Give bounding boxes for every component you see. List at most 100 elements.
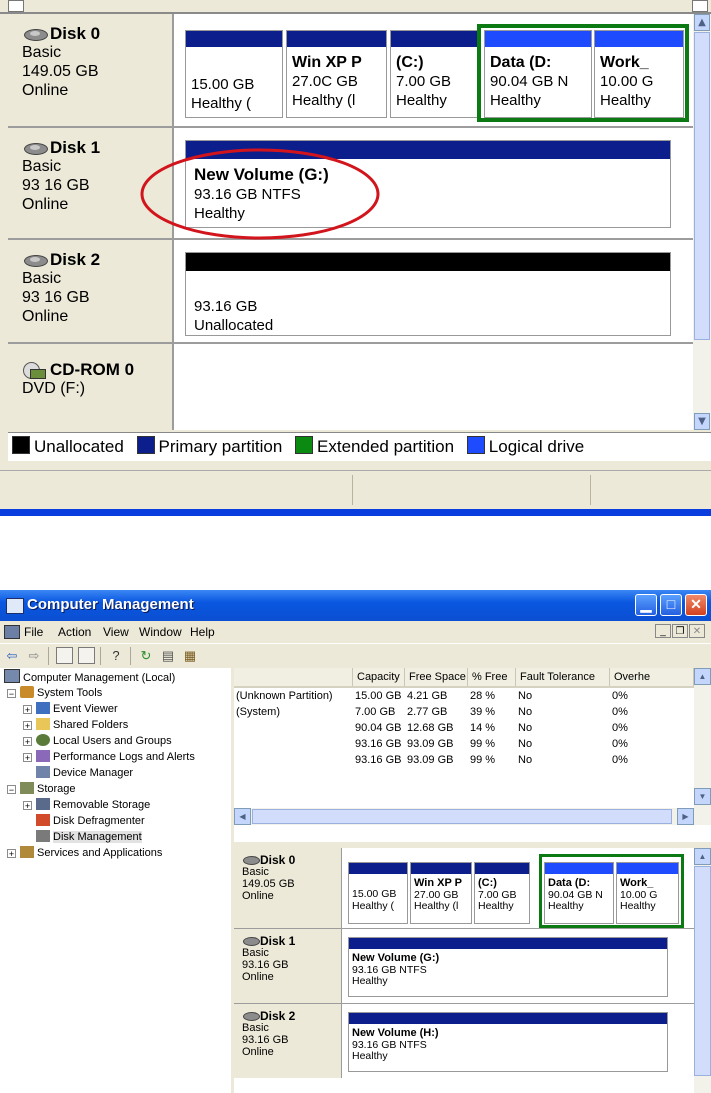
tree-item-device-manager[interactable]: Device Manager: [36, 765, 133, 781]
defrag-icon: [36, 814, 50, 826]
disk-type: DVD (F:): [22, 380, 86, 397]
tree-item-computer-management[interactable]: Computer Management (Local): [4, 669, 175, 685]
partition-type-bar: [545, 863, 613, 874]
up-folder-icon[interactable]: [56, 647, 73, 664]
partition-block[interactable]: Data (D: 90.04 GB N Healthy: [484, 30, 592, 118]
mdi-close-button[interactable]: ✕: [689, 624, 705, 638]
disk-name: Disk 2: [50, 250, 101, 269]
disk-status: Online: [242, 971, 274, 983]
partition-block[interactable]: (C:) 7.00 GB Healthy: [474, 862, 530, 924]
zoom-disk-label[interactable]: CD-ROM 0 DVD (F:): [8, 344, 174, 430]
tree-item-shared-folders[interactable]: Shared Folders: [36, 717, 128, 733]
properties-icon[interactable]: ▤: [160, 648, 176, 664]
title-bar[interactable]: Computer Management ▁ □ ✕: [0, 590, 711, 621]
tree-item-services-applications[interactable]: Services and Applications: [20, 845, 162, 861]
partition-block[interactable]: New Volume (G:) 93.16 GB NTFS Healthy: [348, 937, 668, 997]
tree-item-local-users[interactable]: Local Users and Groups: [36, 733, 172, 749]
disk-size: 149.05 GB: [22, 63, 99, 80]
table-row[interactable]: (Unknown Partition) 15.00 GB 4.21 GB 28 % No…: [234, 688, 694, 704]
toolbar-separator: [100, 647, 101, 665]
partition-block[interactable]: Work_ 10.00 G Healthy: [616, 862, 679, 924]
disk-label[interactable]: Disk 1 Basic 93.16 GB Online: [234, 929, 342, 1003]
tree-item-disk-management[interactable]: Disk Management: [36, 829, 142, 845]
scroll-thumb[interactable]: [694, 866, 711, 1076]
scroll-down-icon[interactable]: ▼: [694, 413, 710, 430]
refresh-icon[interactable]: ↻: [138, 648, 154, 664]
expand-icon[interactable]: +: [23, 705, 32, 715]
zoom-legend: Unallocated Primary partition Extended p…: [8, 432, 711, 461]
help-icon[interactable]: ?: [108, 648, 124, 664]
collapse-icon[interactable]: −: [7, 785, 16, 795]
scroll-right-icon[interactable]: ▶: [677, 808, 694, 825]
table-row[interactable]: 90.04 GB 12.68 GB 14 % No 0%: [234, 720, 694, 736]
column-header-percent-free[interactable]: % Free: [468, 668, 516, 686]
zoom-disk-label[interactable]: Disk 0 Basic 149.05 GB Online: [8, 14, 174, 126]
table-row[interactable]: (System) 7.00 GB 2.77 GB 39 % No 0%: [234, 704, 694, 720]
menu-view[interactable]: View: [103, 625, 129, 639]
legend-label: Extended partition: [317, 437, 455, 456]
scroll-left-icon[interactable]: ◀: [234, 808, 251, 825]
scroll-up-icon[interactable]: ▲: [694, 14, 710, 31]
menu-action[interactable]: Action: [58, 625, 91, 639]
minimize-button[interactable]: ▁: [635, 594, 657, 616]
list-vertical-scrollbar[interactable]: ▲ ▼: [694, 668, 711, 825]
partition-block[interactable]: 15.00 GB Healthy (: [348, 862, 408, 924]
show-tree-icon[interactable]: [78, 647, 95, 664]
expand-icon[interactable]: +: [7, 849, 16, 859]
unallocated-block[interactable]: 93.16 GB Unallocated: [185, 252, 671, 336]
partition-size: 93.16 GB: [194, 298, 258, 315]
tree-item-removable-storage[interactable]: Removable Storage: [36, 797, 150, 813]
partition-block[interactable]: Work_ 10.00 G Healthy: [594, 30, 684, 118]
disk-status: Online: [22, 82, 69, 99]
zoom-vertical-scrollbar[interactable]: ▲ ▼: [693, 14, 711, 430]
expand-icon[interactable]: +: [23, 737, 32, 747]
scroll-thumb[interactable]: [694, 32, 710, 340]
partition-block[interactable]: Win XP P 27.00 GB Healthy (l: [410, 862, 472, 924]
scroll-thumb[interactable]: [252, 809, 672, 824]
column-header-fault-tolerance[interactable]: Fault Tolerance: [516, 668, 610, 686]
tree-item-event-viewer[interactable]: Event Viewer: [36, 701, 118, 717]
mdi-restore-button[interactable]: ❐: [672, 624, 688, 638]
disk-label[interactable]: Disk 2 Basic 93.16 GB Online: [234, 1004, 342, 1078]
expand-icon[interactable]: +: [23, 801, 32, 811]
zoom-disk-label[interactable]: Disk 2 Basic 93 16 GB Online: [8, 240, 174, 342]
partition-block[interactable]: (C:) 7.00 GB Healthy: [390, 30, 478, 118]
tree-item-storage[interactable]: Storage: [20, 781, 76, 797]
disk-view-scrollbar[interactable]: ▲: [694, 848, 711, 1093]
menu-help[interactable]: Help: [190, 625, 215, 639]
menu-file[interactable]: File: [24, 625, 43, 639]
column-header-overhead[interactable]: Overhe: [610, 668, 694, 686]
partition-block[interactable]: 15.00 GB Healthy (: [185, 30, 283, 118]
partition-block[interactable]: New Volume (H:) 93.16 GB NTFS Healthy: [348, 1012, 668, 1072]
scroll-up-icon[interactable]: ▲: [694, 668, 711, 685]
partition-block[interactable]: Win XP P 27.0C GB Healthy (l: [286, 30, 387, 118]
column-header-capacity[interactable]: Capacity: [353, 668, 405, 686]
partition-status: Healthy: [548, 900, 584, 912]
tree-item-disk-defragmenter[interactable]: Disk Defragmenter: [36, 813, 145, 829]
mdi-minimize-button[interactable]: _: [655, 624, 671, 638]
forward-icon[interactable]: ⇨: [26, 648, 42, 664]
partition-title: Win XP P: [292, 54, 362, 71]
export-icon[interactable]: ▦: [182, 648, 198, 664]
column-header-volume[interactable]: [234, 668, 353, 686]
partition-block[interactable]: Data (D: 90.04 GB N Healthy: [544, 862, 614, 924]
collapse-icon[interactable]: −: [7, 689, 16, 699]
maximize-button[interactable]: □: [660, 594, 682, 616]
disk-label[interactable]: Disk 0 Basic 149.05 GB Online: [234, 848, 342, 928]
zoomed-disk-view: Disk 0 Basic 149.05 GB Online 15.00 GB He…: [0, 0, 711, 516]
scroll-down-icon[interactable]: ▼: [694, 788, 711, 805]
list-horizontal-scrollbar[interactable]: ◀ ▶: [234, 808, 711, 825]
tree-item-performance-logs[interactable]: Performance Logs and Alerts: [36, 749, 195, 765]
menu-window[interactable]: Window: [139, 625, 182, 639]
zoom-disk-rows: Disk 0 Basic 149.05 GB Online 15.00 GB He…: [8, 14, 693, 430]
expand-icon[interactable]: +: [23, 721, 32, 731]
table-row[interactable]: 93.16 GB 93.09 GB 99 % No 0%: [234, 736, 694, 752]
tree-item-system-tools[interactable]: System Tools: [20, 685, 102, 701]
table-row[interactable]: 93.16 GB 93.09 GB 99 % No 0%: [234, 752, 694, 768]
back-icon[interactable]: ⇦: [4, 648, 20, 664]
disk-type: Basic: [22, 270, 62, 287]
scroll-up-icon[interactable]: ▲: [694, 848, 711, 865]
column-header-free-space[interactable]: Free Space: [405, 668, 468, 686]
expand-icon[interactable]: +: [23, 753, 32, 763]
close-button[interactable]: ✕: [685, 594, 707, 616]
